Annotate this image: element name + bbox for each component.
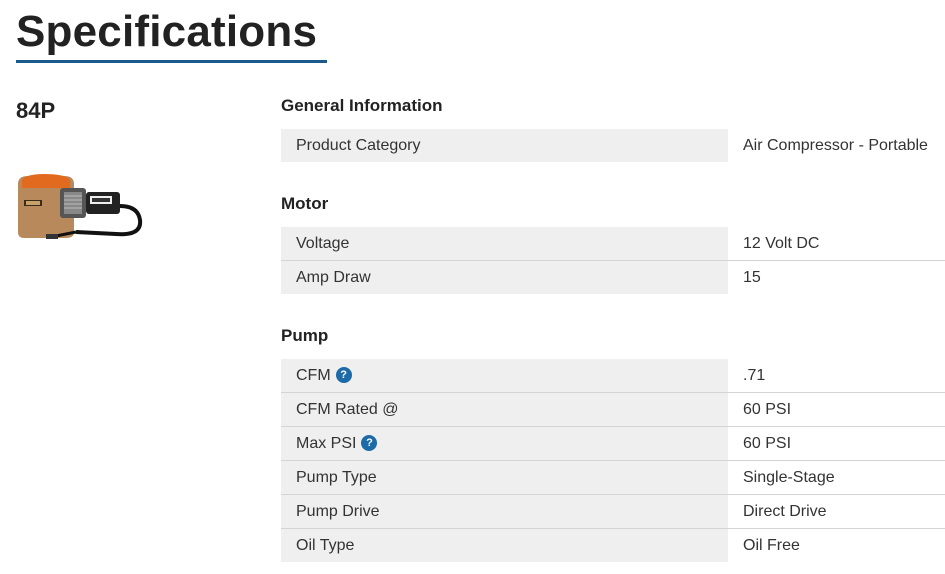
help-icon[interactable]: ? <box>335 366 352 383</box>
section-title-general-information: General Information <box>281 96 443 115</box>
spec-row-pump-drive: Pump Drive Direct Drive <box>281 495 945 529</box>
spec-value: Single-Stage <box>743 469 835 486</box>
spec-row-product-category: Product Category Air Compressor - Portab… <box>281 129 945 162</box>
spec-row-amp-draw: Amp Draw 15 <box>281 261 945 294</box>
spec-label: Voltage <box>281 227 728 260</box>
spec-label: Pump Type <box>281 461 728 494</box>
spec-row-pump-type: Pump Type Single-Stage <box>281 461 945 495</box>
product-image <box>18 174 143 239</box>
spec-label: Product Category <box>281 129 728 162</box>
spec-label-text: CFM <box>296 367 331 384</box>
spec-label: Oil Type <box>281 529 728 562</box>
spec-value: 60 PSI <box>743 435 792 452</box>
help-icon[interactable]: ? <box>361 434 378 451</box>
section-title-motor: Motor <box>281 194 329 213</box>
spec-value: .71 <box>743 367 766 384</box>
spec-label: CFM? <box>281 359 728 392</box>
page-title: Specifications <box>16 7 318 56</box>
product-model: 84P <box>16 98 56 123</box>
spec-label-text: Max PSI <box>296 435 357 452</box>
spec-row-cfm: CFM? .71 <box>281 359 945 393</box>
title-underline <box>16 60 327 63</box>
spec-row-oil-type: Oil Type Oil Free <box>281 529 945 562</box>
spec-row-max-psi: Max PSI? 60 PSI <box>281 427 945 461</box>
spec-value: 60 PSI <box>743 401 792 418</box>
spec-value: 12 Volt DC <box>743 235 820 252</box>
spec-value: 15 <box>743 269 761 286</box>
spec-value: Direct Drive <box>743 503 827 520</box>
spec-label: Amp Draw <box>281 261 728 294</box>
spec-label: CFM Rated @ <box>281 393 728 426</box>
spec-value: Air Compressor - Portable <box>743 137 928 154</box>
section-title-pump: Pump <box>281 326 329 345</box>
spec-row-cfm-rated: CFM Rated @ 60 PSI <box>281 393 945 427</box>
spec-label: Max PSI? <box>281 427 728 460</box>
spec-value: Oil Free <box>743 537 800 554</box>
spec-row-voltage: Voltage 12 Volt DC <box>281 227 945 261</box>
spec-label: Pump Drive <box>281 495 728 528</box>
